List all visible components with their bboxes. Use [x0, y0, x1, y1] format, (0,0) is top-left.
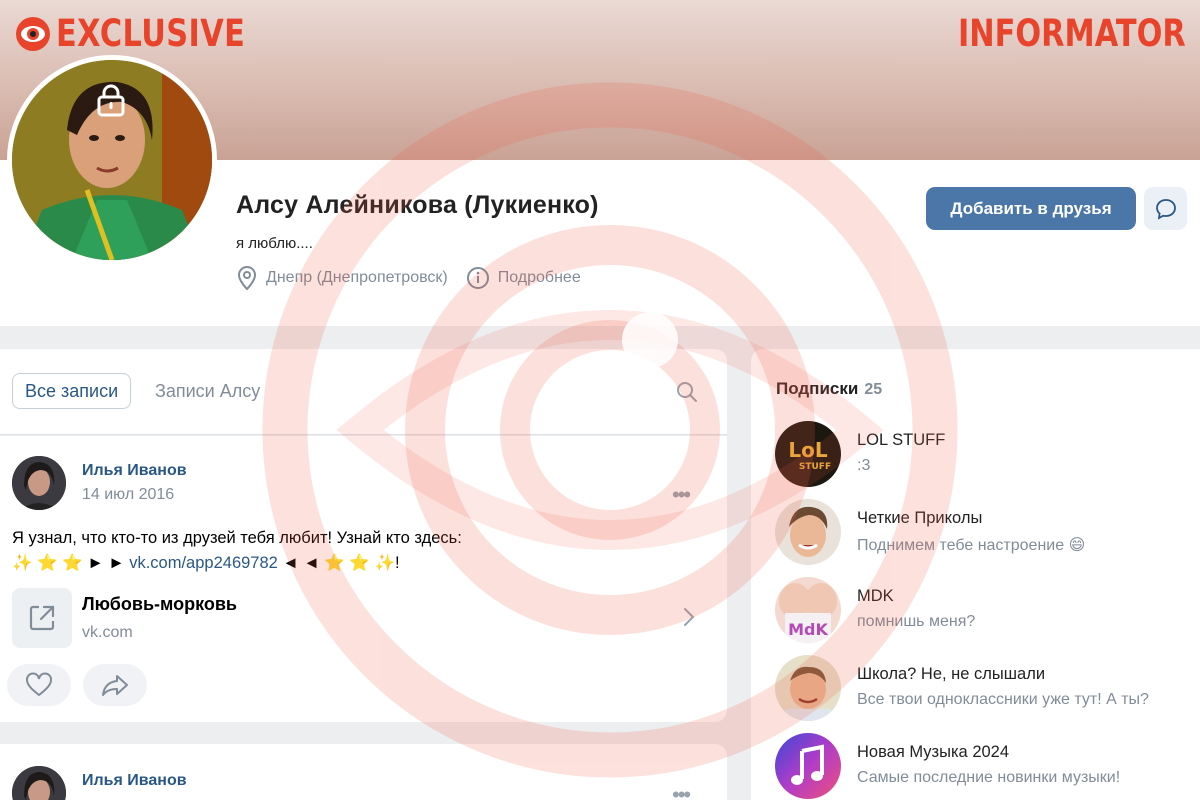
lol-stuff-logo-icon: LoL STUFF: [775, 421, 841, 487]
cartoon-face-icon: [775, 499, 841, 565]
post-text: Я узнал, что кто-то из друзей тебя любит…: [12, 526, 712, 576]
post-more-icon[interactable]: •••: [672, 782, 691, 800]
post-text-line2: ✨ ⭐ ⭐ ► ► vk.com/app2469782 ◄ ◄ ⭐ ⭐ ✨!: [12, 551, 712, 576]
tab-own-posts[interactable]: Записи Алсу: [155, 381, 260, 402]
svg-text:STUFF: STUFF: [799, 462, 831, 472]
subscription-name: Новая Музыка 2024: [857, 743, 1010, 761]
message-bubble-icon: [1155, 198, 1176, 220]
profile-more-label: Подробнее: [497, 269, 581, 286]
subscription-name: LOL STUFF: [857, 431, 946, 449]
wall-post: Илья Иванов 14 июл 2016 ••• Я узнал, что…: [0, 436, 727, 722]
subscription-item[interactable]: MdK MDK помнишь меня?: [775, 577, 1195, 643]
lock-icon: [97, 84, 125, 117]
subscriptions-count: 25: [864, 381, 883, 398]
profile-city-label: Днепр (Днепропетровск): [266, 269, 448, 286]
subscription-desc: Самые последние новинки музыки!: [857, 769, 1121, 786]
profile-status: я люблю....: [236, 235, 313, 252]
mdk-logo-icon: MdK: [775, 577, 841, 643]
music-note-icon: [775, 733, 841, 799]
wall-tabs: Все записи Записи Алсу: [0, 349, 727, 435]
post-text-suffix: ◄ ◄ ⭐ ⭐ ✨!: [277, 554, 400, 572]
like-button[interactable]: [7, 664, 71, 706]
profile-city: Днепр (Днепропетровск): [236, 265, 448, 291]
svg-text:MdK: MdK: [788, 620, 828, 639]
wall-post: Илья Иванов •••: [0, 744, 727, 800]
post-text-line1: Я узнал, что кто-то из друзей тебя любит…: [12, 529, 462, 547]
subscription-name: Школа? Не, не слышали: [857, 665, 1046, 683]
search-icon[interactable]: [676, 381, 698, 403]
subscription-item[interactable]: Школа? Не, не слышали Все твои однокласс…: [775, 655, 1195, 721]
attachment-title: Любовь-морковь: [82, 594, 237, 614]
profile-more-link[interactable]: Подробнее: [466, 266, 581, 290]
subscriptions-panel: Подписки 25 LoL STUFF LOL STUFF :3 Четкие…: [751, 349, 1200, 800]
exclusive-watermark-logo: EXCLUSIVE: [14, 12, 287, 55]
share-arrow-icon: [102, 675, 128, 696]
post-date[interactable]: 14 июл 2016: [82, 486, 174, 504]
chevron-right-icon: [684, 608, 695, 626]
subscription-desc: Поднимем тебе настроение 😄: [857, 537, 1086, 554]
exclusive-label: EXCLUSIVE: [56, 12, 246, 55]
cartoon-boy-icon: [775, 655, 841, 721]
post-author[interactable]: Илья Иванов: [82, 462, 187, 480]
share-button[interactable]: [83, 664, 147, 706]
external-link-icon: [12, 588, 72, 648]
tab-all-posts[interactable]: Все записи: [12, 373, 132, 409]
profile-name: Алсу Алейникова (Лукиенко): [236, 191, 599, 219]
attachment-domain: vk.com: [82, 624, 133, 641]
post-author[interactable]: Илья Иванов: [82, 772, 187, 790]
subscriptions-label: Подписки: [776, 379, 859, 398]
message-button[interactable]: [1144, 187, 1187, 230]
subscription-name: MDK: [857, 587, 894, 605]
post-link[interactable]: vk.com/app2469782: [129, 554, 278, 572]
post-attachment-link[interactable]: Любовь-морковь vk.com: [12, 588, 702, 648]
subscription-item[interactable]: Новая Музыка 2024 Самые последние новинк…: [775, 733, 1195, 799]
add-friend-button[interactable]: Добавить в друзья: [926, 187, 1136, 230]
post-author-avatar[interactable]: [12, 456, 66, 510]
eye-logo-icon: [16, 16, 50, 51]
profile-meta: Днепр (Днепропетровск) Подробнее: [236, 265, 599, 291]
post-more-icon[interactable]: •••: [672, 482, 691, 508]
author-photo: [12, 766, 66, 800]
post-author-avatar[interactable]: [12, 766, 66, 800]
info-icon: [466, 267, 489, 289]
subscription-desc: Все твои одноклассники уже тут! А ты?: [857, 691, 1149, 708]
author-photo: [12, 456, 66, 510]
heart-icon: [26, 672, 52, 697]
subscription-item[interactable]: LoL STUFF LOL STUFF :3: [775, 421, 1195, 487]
location-pin-icon: [237, 265, 257, 291]
informator-logo: INFORMATOR: [958, 12, 1186, 55]
post-text-prefix: ✨ ⭐ ⭐ ► ►: [12, 554, 130, 572]
svg-text:LoL: LoL: [788, 438, 827, 462]
subscription-name: Четкие Приколы: [857, 509, 983, 527]
subscription-desc: помнишь меня?: [857, 613, 976, 630]
subscription-desc: :3: [857, 457, 871, 474]
subscriptions-title[interactable]: Подписки 25: [776, 379, 882, 399]
subscription-item[interactable]: Четкие Приколы Поднимем тебе настроение …: [775, 499, 1195, 565]
